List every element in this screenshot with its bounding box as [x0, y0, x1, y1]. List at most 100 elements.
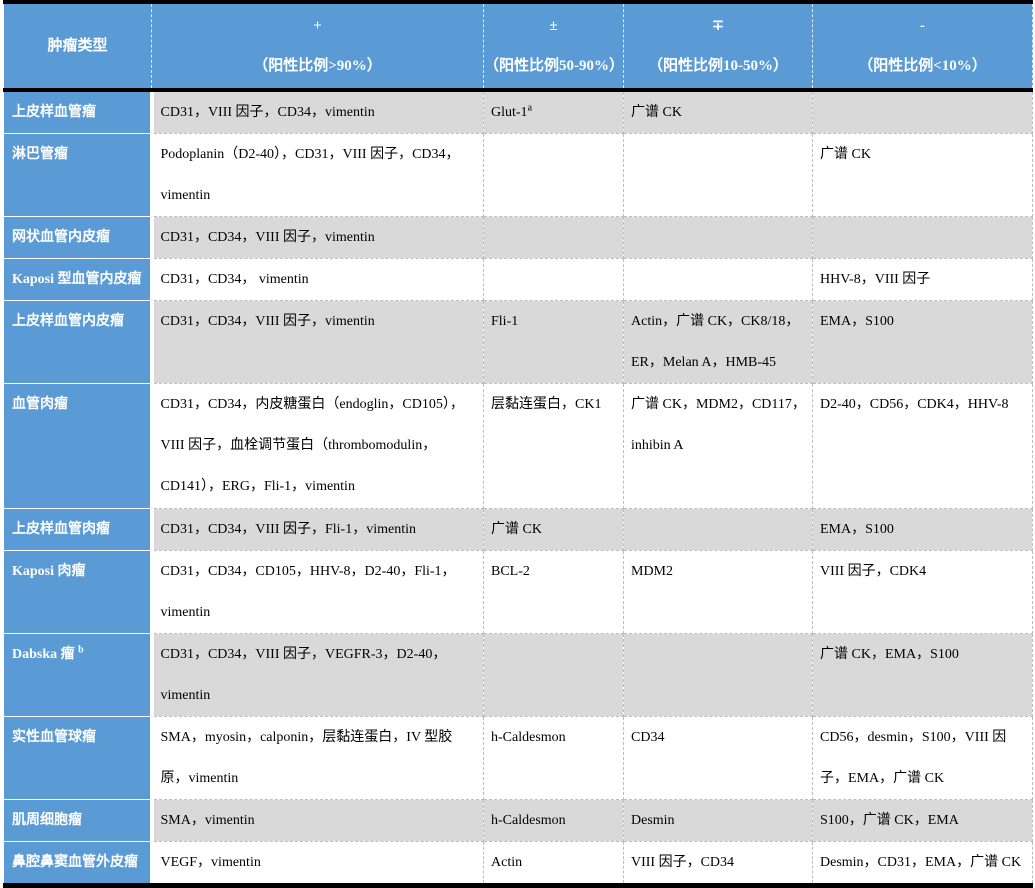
markers-text: Actin: [491, 855, 522, 870]
markers-text: Actin，广谱 CK，CK8/18，ER，Melan A，HMB-45: [631, 314, 799, 370]
minus-plus-markers-cell: VIII 因子，CD34: [624, 842, 813, 886]
table-header: 肿瘤类型 + （阳性比例>90%） ± （阳性比例50-90%） ∓ （阳性比例…: [4, 2, 1033, 90]
markers-text: SMA，myosin，calponin，层黏连蛋白，IV 型胶原，vimenti…: [161, 730, 453, 786]
markers-text: VIII 因子，CDK4: [820, 564, 926, 579]
header-minus-plus: ∓ （阳性比例10-50%）: [624, 2, 813, 90]
plus-minus-markers-cell: Fli-1: [484, 301, 624, 384]
header-title: ∓: [624, 6, 812, 46]
tumor-type-label: 鼻腔鼻窦血管外皮瘤: [12, 855, 138, 870]
tumor-type-cell: 淋巴管瘤: [4, 134, 152, 217]
table-row: 肌周细胞瘤 SMA，vimentin h-Caldesmon Desmin S1…: [4, 800, 1033, 842]
header-subtitle: （阳性比例10-50%）: [624, 46, 812, 86]
markers-text: CD31，CD34，VIII 因子，VEGFR-3，D2-40，vimentin: [161, 647, 447, 703]
table-row: 上皮样血管内皮瘤 CD31，CD34，VIII 因子，vimentin Fli-…: [4, 301, 1033, 384]
positive-markers-cell: CD31，CD34，VIII 因子，vimentin: [152, 217, 484, 259]
markers-text: CD34: [631, 730, 664, 745]
positive-markers-cell: SMA，vimentin: [152, 800, 484, 842]
header-negative: - （阳性比例<10%）: [813, 2, 1033, 90]
table-row: 实性血管球瘤 SMA，myosin，calponin，层黏连蛋白，IV 型胶原，…: [4, 717, 1033, 800]
positive-markers-cell: CD31，VIII 因子，CD34，vimentin: [152, 90, 484, 134]
markers-text: CD31，VIII 因子，CD34，vimentin: [161, 105, 375, 120]
table-row: 鼻腔鼻窦血管外皮瘤 VEGF，vimentin Actin VIII 因子，CD…: [4, 842, 1033, 886]
tumor-type-label: Kaposi 肉瘤: [12, 564, 86, 579]
plus-minus-markers-cell: Glut-1a: [484, 90, 624, 134]
positive-markers-cell: CD31，CD34，VIII 因子，VEGFR-3，D2-40，vimentin: [152, 634, 484, 717]
markers-text: CD31，CD34，VIII 因子，Fli-1，vimentin: [161, 522, 417, 537]
positive-markers-cell: SMA，myosin，calponin，层黏连蛋白，IV 型胶原，vimenti…: [152, 717, 484, 800]
tumor-type-cell: 上皮样血管内皮瘤: [4, 301, 152, 384]
markers-text: HHV-8，VIII 因子: [820, 272, 930, 287]
plus-minus-markers-cell: h-Caldesmon: [484, 717, 624, 800]
positive-markers-cell: CD31，CD34，VIII 因子，vimentin: [152, 301, 484, 384]
minus-plus-markers-cell: [624, 634, 813, 717]
markers-text: 广谱 CK: [491, 522, 542, 537]
tumor-type-cell: 网状血管内皮瘤: [4, 217, 152, 259]
minus-plus-markers-cell: [624, 509, 813, 551]
minus-plus-markers-cell: [624, 259, 813, 301]
plus-minus-markers-cell: [484, 217, 624, 259]
tumor-type-cell: Kaposi 肉瘤: [4, 551, 152, 634]
table-row: 上皮样血管肉瘤 CD31，CD34，VIII 因子，Fli-1，vimentin…: [4, 509, 1033, 551]
plus-minus-markers-cell: Actin: [484, 842, 624, 886]
negative-markers-cell: 广谱 CK，EMA，S100: [813, 634, 1033, 717]
minus-plus-markers-cell: CD34: [624, 717, 813, 800]
positive-markers-cell: CD31，CD34， vimentin: [152, 259, 484, 301]
markers-text: BCL-2: [491, 564, 530, 579]
markers-text: 广谱 CK: [820, 147, 871, 162]
markers-text: MDM2: [631, 564, 673, 579]
header-title: +: [152, 6, 483, 46]
positive-markers-cell: CD31，CD34，内皮糖蛋白（endoglin，CD105），VIII 因子，…: [152, 384, 484, 509]
tumor-type-label: 上皮样血管瘤: [12, 105, 96, 120]
table-row: Dabska 瘤 b CD31，CD34，VIII 因子，VEGFR-3，D2-…: [4, 634, 1033, 717]
positive-markers-cell: CD31，CD34，CD105，HHV-8，D2-40，Fli-1，viment…: [152, 551, 484, 634]
negative-markers-cell: [813, 217, 1033, 259]
markers-text: CD31，CD34，VIII 因子，vimentin: [161, 314, 375, 329]
header-title: ±: [484, 6, 623, 46]
negative-markers-cell: VIII 因子，CDK4: [813, 551, 1033, 634]
tumor-type-label: Dabska 瘤: [12, 647, 78, 662]
minus-plus-markers-cell: Desmin: [624, 800, 813, 842]
tumor-type-cell: 鼻腔鼻窦血管外皮瘤: [4, 842, 152, 886]
positive-markers-cell: VEGF，vimentin: [152, 842, 484, 886]
markers-text: CD31，CD34，VIII 因子，vimentin: [161, 230, 375, 245]
plus-minus-markers-cell: 层黏连蛋白，CK1: [484, 384, 624, 509]
markers-text: Podoplanin（D2-40），CD31，VIII 因子，CD34，vime…: [161, 147, 460, 203]
tumor-type-label: 网状血管内皮瘤: [12, 230, 110, 245]
positive-markers-cell: CD31，CD34，VIII 因子，Fli-1，vimentin: [152, 509, 484, 551]
tumor-type-label: 实性血管球瘤: [12, 730, 96, 745]
negative-markers-cell: Desmin，CD31，EMA，广谱 CK: [813, 842, 1033, 886]
table-row: Kaposi 型血管内皮瘤 CD31，CD34， vimentin HHV-8，…: [4, 259, 1033, 301]
markers-text: h-Caldesmon: [491, 730, 566, 745]
tumor-type-cell: 血管肉瘤: [4, 384, 152, 509]
plus-minus-markers-cell: [484, 134, 624, 217]
table-row: 网状血管内皮瘤 CD31，CD34，VIII 因子，vimentin: [4, 217, 1033, 259]
markers-text: Fli-1: [491, 314, 518, 329]
header-positive: + （阳性比例>90%）: [152, 2, 484, 90]
table-row: 淋巴管瘤 Podoplanin（D2-40），CD31，VIII 因子，CD34…: [4, 134, 1033, 217]
header-title: 肿瘤类型: [4, 26, 151, 66]
tumor-type-label: 上皮样血管内皮瘤: [12, 314, 124, 329]
tumor-type-cell: 上皮样血管肉瘤: [4, 509, 152, 551]
ihc-markers-table: 肿瘤类型 + （阳性比例>90%） ± （阳性比例50-90%） ∓ （阳性比例…: [3, 0, 1033, 888]
header-subtitle: （阳性比例>90%）: [152, 46, 483, 86]
markers-text: CD31，CD34，CD105，HHV-8，D2-40，Fli-1，viment…: [161, 564, 456, 620]
markers-text: EMA，S100: [820, 522, 894, 537]
table-row: 血管肉瘤 CD31，CD34，内皮糖蛋白（endoglin，CD105），VII…: [4, 384, 1033, 509]
plus-minus-markers-cell: BCL-2: [484, 551, 624, 634]
negative-markers-cell: 广谱 CK: [813, 134, 1033, 217]
header-tumor-type: 肿瘤类型: [4, 2, 152, 90]
footnote-marker: b: [78, 644, 84, 655]
negative-markers-cell: CD56，desmin，S100，VIII 因子，EMA，广谱 CK: [813, 717, 1033, 800]
markers-text: EMA，S100: [820, 314, 894, 329]
tumor-type-label: Kaposi 型血管内皮瘤: [12, 272, 142, 287]
header-subtitle: （阳性比例50-90%）: [484, 46, 623, 86]
markers-text: VIII 因子，CD34: [631, 855, 734, 870]
markers-text: CD31，CD34，内皮糖蛋白（endoglin，CD105），VIII 因子，…: [161, 397, 464, 494]
negative-markers-cell: [813, 90, 1033, 134]
minus-plus-markers-cell: 广谱 CK: [624, 90, 813, 134]
header-title: -: [813, 6, 1032, 46]
table-row: 上皮样血管瘤 CD31，VIII 因子，CD34，vimentin Glut-1…: [4, 90, 1033, 134]
markers-text: h-Caldesmon: [491, 813, 566, 828]
tumor-type-label: 上皮样血管肉瘤: [12, 522, 110, 537]
header-subtitle: （阳性比例<10%）: [813, 46, 1032, 86]
